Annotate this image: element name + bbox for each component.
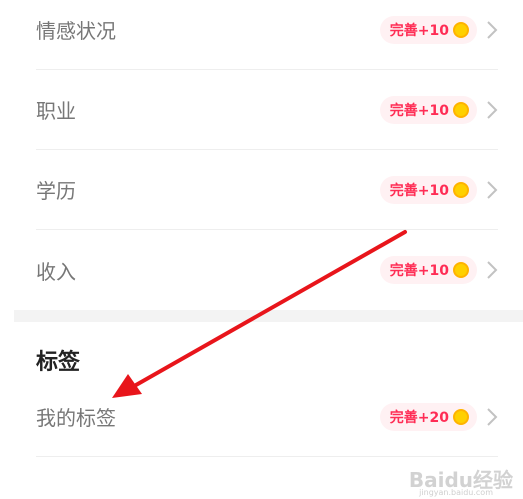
row-education[interactable]: 学历 完善+10: [36, 150, 498, 230]
chevron-right-icon: [487, 180, 498, 199]
row-action: 完善+10: [379, 15, 498, 44]
row-action: 完善+10: [379, 256, 498, 284]
gold-coin-icon: [453, 181, 469, 198]
watermark-url: jingyan.baidu.com: [419, 488, 493, 497]
reward-badge: 完善+10: [379, 256, 477, 284]
row-label: 学历: [36, 179, 76, 203]
reward-badge: 完善+10: [379, 15, 477, 44]
chevron-right-icon: [487, 261, 498, 279]
reward-text: 完善+10: [389, 22, 449, 39]
row-occupation[interactable]: 职业 完善+10: [36, 70, 498, 150]
reward-badge: 完善+10: [379, 175, 477, 204]
reward-badge: 完善+20: [379, 402, 477, 431]
reward-text: 完善+10: [389, 182, 449, 199]
row-label: 职业: [36, 99, 76, 123]
reward-text: 完善+10: [389, 102, 449, 119]
row-income[interactable]: 收入 完善+10: [36, 230, 498, 310]
reward-text: 完善+10: [389, 263, 449, 279]
row-label: 收入: [36, 259, 76, 284]
row-action: 完善+10: [379, 95, 498, 124]
chevron-right-icon: [487, 407, 498, 426]
row-label: 情感状况: [36, 19, 116, 43]
chevron-right-icon: [487, 20, 498, 39]
row-action: 完善+20: [379, 402, 498, 431]
row-emotional-status[interactable]: 情感状况 完善+10: [36, 0, 498, 70]
gold-coin-icon: [453, 21, 469, 38]
reward-text: 完善+20: [389, 409, 449, 426]
gold-coin-icon: [453, 408, 469, 425]
gold-coin-icon: [453, 101, 469, 118]
chevron-right-icon: [487, 100, 498, 119]
reward-badge: 完善+10: [379, 95, 477, 124]
row-label: 我的标签: [36, 406, 116, 430]
row-my-tags[interactable]: 我的标签 完善+20: [36, 377, 498, 457]
gold-coin-icon: [453, 262, 469, 278]
section-divider: [14, 310, 523, 322]
section-title-tags: 标签: [36, 350, 81, 375]
row-action: 完善+10: [379, 175, 498, 204]
